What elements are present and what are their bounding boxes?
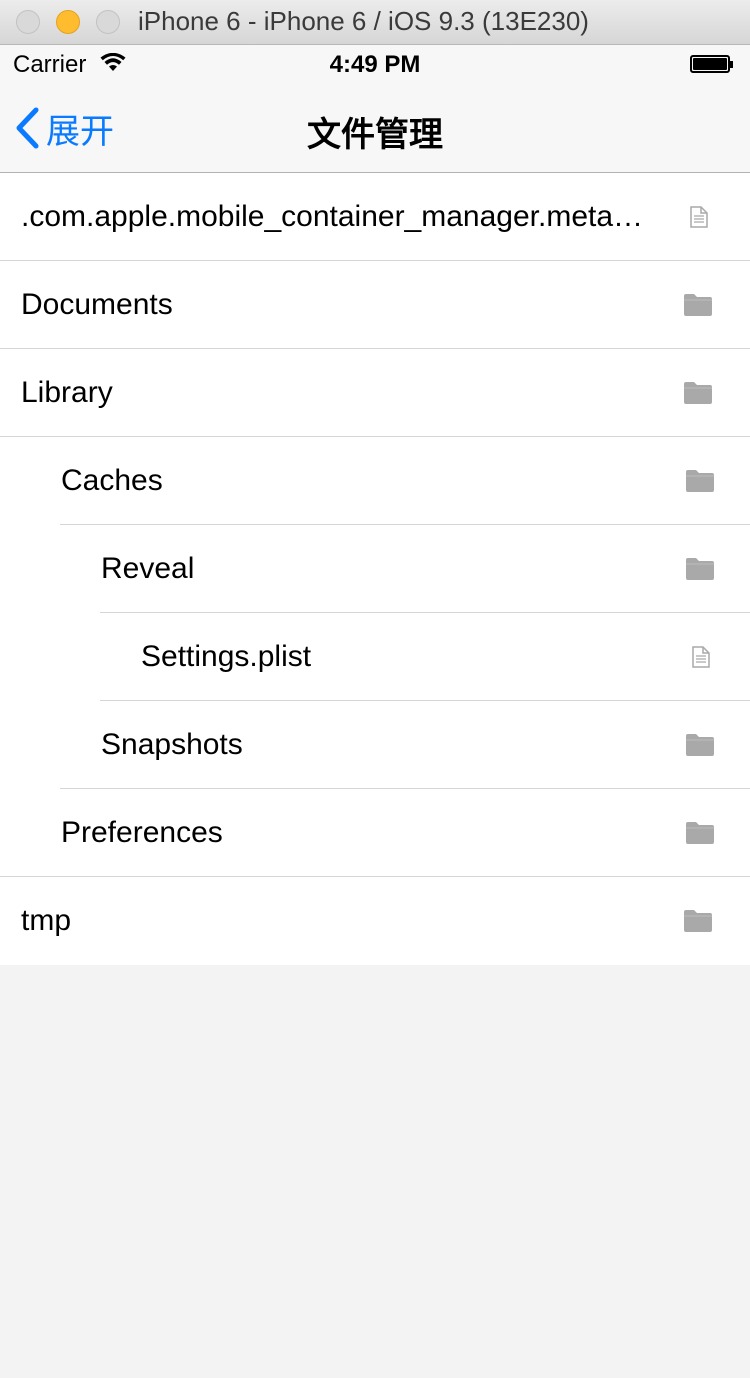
status-bar: Carrier 4:49 PM <box>0 45 750 85</box>
folder-row[interactable]: tmp <box>0 877 750 965</box>
file-row[interactable]: .com.apple.mobile_container_manager.meta… <box>0 173 750 261</box>
zoom-window-button[interactable] <box>96 10 120 34</box>
navigation-bar: 展开 文件管理 <box>0 85 750 173</box>
simulator-window: iPhone 6 - iPhone 6 / iOS 9.3 (13E230) C… <box>0 0 750 1378</box>
folder-icon <box>686 701 714 789</box>
file-name: .com.apple.mobile_container_manager.meta… <box>21 200 650 233</box>
document-icon <box>692 613 710 701</box>
folder-icon <box>684 877 712 965</box>
folder-name: Library <box>21 376 113 409</box>
minimize-window-button[interactable] <box>56 10 80 34</box>
status-time: 4:49 PM <box>329 51 421 78</box>
folder-row[interactable]: Snapshots <box>0 701 750 789</box>
folder-row[interactable]: Documents <box>0 261 750 349</box>
folder-name: Documents <box>21 288 173 321</box>
file-name: Settings.plist <box>141 640 312 673</box>
folder-icon <box>684 261 712 349</box>
folder-row[interactable]: Caches <box>0 437 750 525</box>
file-list: .com.apple.mobile_container_manager.meta… <box>0 173 750 965</box>
folder-name: Preferences <box>61 816 223 849</box>
file-row[interactable]: Settings.plist <box>0 613 750 701</box>
folder-name: tmp <box>21 904 72 937</box>
folder-icon <box>684 349 712 437</box>
folder-icon <box>686 789 714 877</box>
folder-icon <box>686 437 714 525</box>
folder-name: Snapshots <box>101 728 243 761</box>
folder-row[interactable]: Preferences <box>0 789 750 877</box>
folder-icon <box>686 525 714 613</box>
folder-name: Reveal <box>101 552 195 585</box>
close-window-button[interactable] <box>16 10 40 34</box>
folder-row[interactable]: Reveal <box>0 525 750 613</box>
folder-name: Caches <box>61 464 163 497</box>
window-title: iPhone 6 - iPhone 6 / iOS 9.3 (13E230) <box>138 6 589 36</box>
folder-row[interactable]: Library <box>0 349 750 437</box>
window-titlebar: iPhone 6 - iPhone 6 / iOS 9.3 (13E230) <box>0 0 750 45</box>
page-title: 文件管理 <box>307 115 443 155</box>
document-icon <box>690 173 708 261</box>
battery-icon <box>690 55 734 75</box>
